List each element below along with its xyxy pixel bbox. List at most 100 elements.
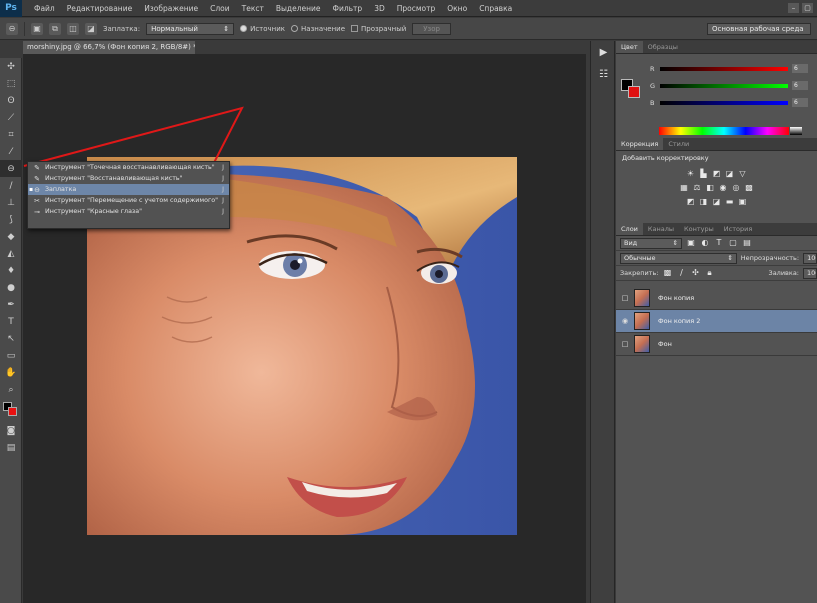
new-selection-icon[interactable]: ▣	[31, 22, 43, 35]
color-spectrum[interactable]	[659, 127, 789, 135]
blur-tool-icon[interactable]: ♦	[0, 262, 22, 279]
history-brush-tool-icon[interactable]: ⟆	[0, 211, 22, 228]
green-channel-bar[interactable]	[660, 83, 788, 88]
layer-row[interactable]: □ Фон копия	[616, 287, 817, 310]
filter-smart-object-icon[interactable]: ▤	[742, 238, 752, 248]
grayscale-ramp[interactable]	[790, 127, 802, 135]
red-channel-value[interactable]: 6	[792, 64, 808, 73]
layer-filter-select[interactable]: Вид ⇕	[620, 237, 682, 249]
eraser-tool-icon[interactable]: ◆	[0, 228, 22, 245]
lasso-tool-icon[interactable]: ʘ	[0, 92, 22, 109]
flyout-item-patch[interactable]: ▪ ⊖ Заплатка J	[28, 184, 229, 195]
lock-image-icon[interactable]: ∕	[676, 268, 686, 278]
threshold-icon[interactable]: ◪	[712, 197, 722, 207]
menu-3d[interactable]: 3D	[368, 4, 391, 13]
eyedropper-tool-icon[interactable]: ⁄	[0, 143, 22, 160]
marquee-tool-icon[interactable]: ⬚	[0, 75, 22, 92]
add-selection-icon[interactable]: ⧉	[49, 22, 61, 35]
exposure-icon[interactable]: ◪	[725, 169, 735, 179]
color-lookup-icon[interactable]: ▩	[744, 183, 754, 193]
tab-paths[interactable]: Контуры	[679, 223, 719, 235]
layer-row-selected[interactable]: ◉ Фон копия 2	[616, 310, 817, 333]
filter-shape-icon[interactable]: ▢	[728, 238, 738, 248]
patch-tool-icon[interactable]: ⊖	[0, 160, 22, 177]
tab-adjustments[interactable]: Коррекция	[616, 138, 664, 150]
type-tool-icon[interactable]: T	[0, 313, 22, 330]
quick-selection-tool-icon[interactable]: ⟋	[0, 109, 22, 126]
menu-file[interactable]: Файл	[28, 4, 61, 13]
levels-icon[interactable]: ▙	[699, 169, 709, 179]
eye-icon[interactable]: ◉	[616, 317, 634, 325]
flyout-item-healing-brush[interactable]: ✎ Инструмент "Восстанавливающая кисть" J	[28, 173, 229, 184]
invert-icon[interactable]: ◩	[686, 197, 696, 207]
filter-adjustment-icon[interactable]: ◐	[700, 238, 710, 248]
shape-tool-icon[interactable]: ▭	[0, 347, 22, 364]
lock-transparent-icon[interactable]: ▩	[662, 268, 672, 278]
opacity-input[interactable]: 100	[803, 252, 817, 264]
move-tool-icon[interactable]: ✣	[0, 58, 22, 75]
hue-saturation-icon[interactable]: ▦	[679, 183, 689, 193]
layer-row[interactable]: □ Фон	[616, 333, 817, 356]
flyout-item-spot-healing[interactable]: ✎ Инструмент "Точечная восстанавливающая…	[28, 162, 229, 173]
crop-tool-icon[interactable]: ⌗	[0, 126, 22, 143]
document-tab[interactable]: morshiny.jpg @ 66,7% (Фон копия 2, RGB/8…	[23, 41, 195, 54]
menu-view[interactable]: Просмотр	[391, 4, 442, 13]
green-channel-value[interactable]: 6	[792, 81, 808, 90]
menu-filter[interactable]: Фильтр	[327, 4, 369, 13]
destination-radio[interactable]: Назначение	[291, 25, 345, 33]
color-balance-icon[interactable]: ⚖	[692, 183, 702, 193]
black-white-icon[interactable]: ◧	[705, 183, 715, 193]
tab-layers[interactable]: Слои	[616, 223, 643, 235]
use-pattern-button[interactable]: Узор	[412, 22, 451, 35]
flyout-item-content-aware-move[interactable]: ✂ Инструмент "Перемещение с учетом содер…	[28, 195, 229, 206]
brush-tool-icon[interactable]: ∕	[0, 177, 22, 194]
menu-image[interactable]: Изображение	[138, 4, 204, 13]
menu-select[interactable]: Выделение	[270, 4, 327, 13]
path-selection-tool-icon[interactable]: ↖	[0, 330, 22, 347]
properties-icon[interactable]: ☷	[591, 63, 616, 85]
quick-mask-icon[interactable]: ◙	[0, 422, 22, 439]
play-action-icon[interactable]: ▶	[591, 41, 616, 63]
layer-name[interactable]: Фон копия 2	[658, 317, 700, 325]
tab-channels[interactable]: Каналы	[643, 223, 679, 235]
tab-history[interactable]: История	[719, 223, 757, 235]
subtract-selection-icon[interactable]: ◫	[67, 22, 79, 35]
dodge-tool-icon[interactable]: ●	[0, 279, 22, 296]
lock-all-icon[interactable]: 🔒︎	[704, 268, 714, 278]
intersect-selection-icon[interactable]: ◪	[85, 22, 97, 35]
fill-input[interactable]: 100	[803, 267, 817, 279]
color-panel-background-swatch[interactable]	[628, 86, 640, 98]
clone-stamp-tool-icon[interactable]: ⊥	[0, 194, 22, 211]
curves-icon[interactable]: ◩	[712, 169, 722, 179]
tab-styles[interactable]: Стили	[663, 138, 694, 150]
minimize-button[interactable]: –	[788, 3, 799, 13]
channel-mixer-icon[interactable]: ◎	[731, 183, 741, 193]
flyout-item-red-eye[interactable]: ⊸ Инструмент "Красные глаза" J	[28, 206, 229, 217]
blend-mode-select[interactable]: Обычные ⇕	[620, 252, 737, 264]
transparent-checkbox[interactable]: Прозрачный	[351, 25, 406, 33]
tab-swatches[interactable]: Образцы	[643, 41, 683, 53]
workspace-select[interactable]: Основная рабочая среда	[707, 22, 811, 35]
posterize-icon[interactable]: ◨	[699, 197, 709, 207]
maximize-button[interactable]: ▢	[802, 3, 813, 13]
photo-filter-icon[interactable]: ◉	[718, 183, 728, 193]
source-radio[interactable]: Источник	[240, 25, 285, 33]
lock-position-icon[interactable]: ✣	[690, 268, 700, 278]
layer-name[interactable]: Фон копия	[658, 294, 694, 302]
menu-help[interactable]: Справка	[473, 4, 518, 13]
visibility-toggle[interactable]: □	[616, 340, 634, 348]
selective-color-icon[interactable]: ▣	[738, 197, 748, 207]
color-swatches[interactable]	[0, 400, 22, 422]
blue-channel-bar[interactable]	[660, 100, 788, 105]
menu-type[interactable]: Текст	[236, 4, 270, 13]
filter-pixel-icon[interactable]: ▣	[686, 238, 696, 248]
visibility-toggle[interactable]: □	[616, 294, 634, 302]
tab-color[interactable]: Цвет	[616, 41, 643, 53]
hand-tool-icon[interactable]: ✋	[0, 364, 22, 381]
gradient-map-icon[interactable]: ▬	[725, 197, 735, 207]
vibrance-icon[interactable]: ▽	[738, 169, 748, 179]
patch-tool-preset-icon[interactable]: ⊖	[6, 22, 18, 35]
menu-window[interactable]: Окно	[441, 4, 473, 13]
green-slider[interactable]: G 6	[650, 81, 813, 90]
menu-edit[interactable]: Редактирование	[61, 4, 138, 13]
